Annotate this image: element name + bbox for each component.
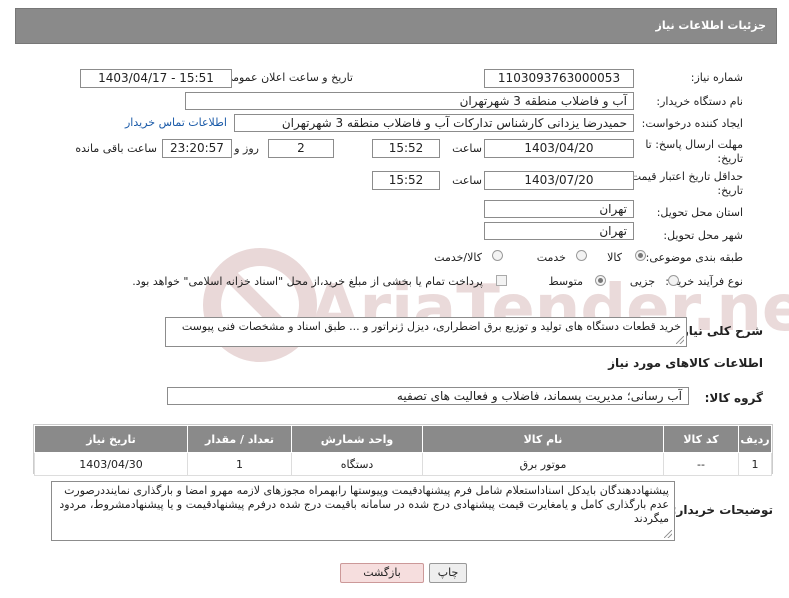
creator-field: حمیدرضا یزدانی کارشناس تدارکات آب و فاضل… <box>234 114 634 132</box>
price-valid-label: حداقل تاریخ اعتبار قیمت: تا <box>617 170 743 183</box>
category-goods-service-radio[interactable] <box>492 250 503 261</box>
goods-section-title: اطلاعات کالاهای مورد نیاز <box>608 356 763 370</box>
announce-label: تاریخ و ساعت اعلان عمومی: <box>220 71 353 84</box>
buyer-org-field: آب و فاضلاب منطقه 3 شهرتهران <box>185 92 634 110</box>
resize-handle-icon[interactable] <box>664 530 672 538</box>
reply-time-label: ساعت <box>452 142 482 155</box>
process-minor-label: جزیی <box>629 275 655 288</box>
process-medium-label: متوسط <box>548 275 583 288</box>
print-button[interactable]: چاپ <box>429 563 467 583</box>
category-goods-service-label: کالا/خدمت <box>434 251 482 264</box>
cell-date: 1403/04/30 <box>34 452 188 476</box>
buyer-notes-text: پیشنهاددهندگان بایدکل اسناداستعلام شامل … <box>59 484 669 525</box>
category-service-label: خدمت <box>536 251 566 264</box>
cell-name: موتور برق <box>422 452 664 476</box>
creator-label: ایجاد کننده درخواست: <box>641 117 743 130</box>
col-header-code: کد کالا <box>663 425 739 453</box>
need-number-label: شماره نیاز: <box>690 71 743 84</box>
price-valid-time-field: 15:52 <box>372 171 440 190</box>
category-goods-label: کالا <box>607 251 622 264</box>
reply-deadline-label: مهلت ارسال پاسخ: تا <box>645 138 743 151</box>
reply-date-field: 1403/04/20 <box>484 139 634 158</box>
cell-row-num: 1 <box>738 452 772 476</box>
description-label: شرح کلی نیاز: <box>677 324 763 338</box>
col-header-row-num: ردیف <box>738 425 772 453</box>
page-header: جزئیات اطلاعات نیاز <box>15 8 777 44</box>
page-title: جزئیات اطلاعات نیاز <box>655 19 767 32</box>
resize-handle-icon[interactable] <box>676 336 684 344</box>
category-goods-radio[interactable] <box>635 250 646 261</box>
buyer-notes-label: توضیحات خریدار: <box>671 503 773 517</box>
price-valid-date-field: 1403/07/20 <box>484 171 634 190</box>
goods-table-container: ردیف کد کالا نام کالا واحد شمارش تعداد /… <box>33 424 773 476</box>
remaining-label: ساعت باقی مانده <box>75 142 157 155</box>
cell-unit: دستگاه <box>291 452 423 476</box>
buyer-notes-textarea: پیشنهاددهندگان بایدکل اسناداستعلام شامل … <box>51 481 675 541</box>
price-valid-time-label: ساعت <box>452 174 482 187</box>
goods-group-label: گروه کالا: <box>704 391 763 405</box>
city-field: تهران <box>484 222 634 240</box>
days-label: روز و <box>234 142 259 155</box>
city-label: شهر محل تحویل: <box>663 229 743 242</box>
announce-field: 1403/04/17 - 15:51 <box>80 69 232 88</box>
description-text: خرید قطعات دستگاه های تولید و توزیع برق … <box>181 320 681 333</box>
price-valid-label-2: تاریخ: <box>717 184 743 197</box>
category-label: طبقه بندی موضوعی: <box>645 251 743 264</box>
category-service-radio[interactable] <box>576 250 587 261</box>
col-header-unit: واحد شمارش <box>291 425 423 453</box>
cell-code: -- <box>663 452 739 476</box>
reply-deadline-label-2: تاریخ: <box>717 152 743 165</box>
table-header-row: ردیف کد کالا نام کالا واحد شمارش تعداد /… <box>34 425 772 453</box>
reply-time-field: 15:52 <box>372 139 440 158</box>
treasury-payment-checkbox[interactable] <box>496 275 507 286</box>
col-header-name: نام کالا <box>422 425 664 453</box>
buyer-org-label: نام دستگاه خریدار: <box>656 95 743 108</box>
goods-group-field: آب رسانی؛ مدیریت پسماند، فاضلاب و فعالیت… <box>167 387 689 405</box>
col-header-quantity: تعداد / مقدار <box>187 425 292 453</box>
col-header-date: تاریخ نیاز <box>34 425 188 453</box>
process-minor-radio[interactable] <box>668 275 679 286</box>
goods-table: ردیف کد کالا نام کالا واحد شمارش تعداد /… <box>34 425 772 476</box>
back-button[interactable]: بازگشت <box>340 563 424 583</box>
days-remaining-field: 2 <box>268 139 334 158</box>
cell-quantity: 1 <box>187 452 292 476</box>
process-medium-radio[interactable] <box>595 275 606 286</box>
treasury-payment-note: پرداخت تمام یا بخشی از مبلغ خرید،از محل … <box>132 275 483 288</box>
buyer-contact-link[interactable]: اطلاعات تماس خریدار <box>125 116 227 129</box>
province-label: استان محل تحویل: <box>656 206 743 219</box>
province-field: تهران <box>484 200 634 218</box>
table-row: 1 -- موتور برق دستگاه 1 1403/04/30 <box>34 452 772 476</box>
remaining-time-field: 23:20:57 <box>162 139 232 158</box>
description-textarea: خرید قطعات دستگاه های تولید و توزیع برق … <box>165 317 687 347</box>
need-number-field: 1103093763000053 <box>484 69 634 88</box>
